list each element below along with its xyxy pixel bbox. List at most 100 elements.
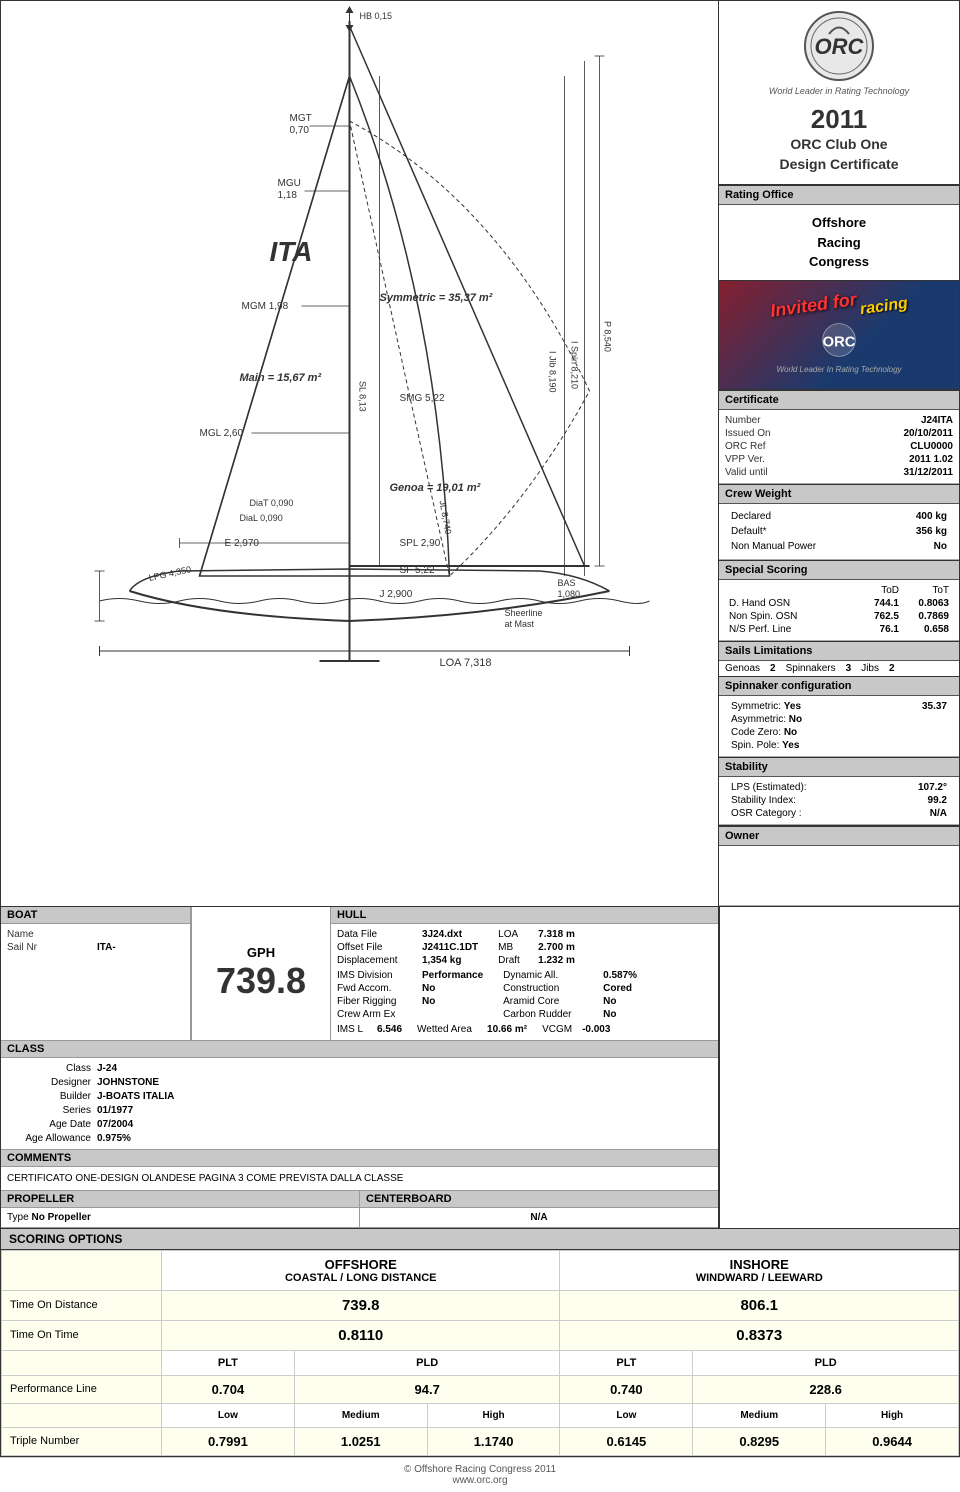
- wetted-area-label: Wetted Area: [417, 1024, 487, 1035]
- footer-line1: © Offshore Racing Congress 2011: [6, 1464, 954, 1475]
- spole-row: Spin. Pole: Yes: [725, 739, 953, 752]
- asym-value: No: [789, 714, 802, 725]
- orc-banner-content: Invited for racing ORC World Leader In R…: [770, 295, 908, 374]
- series-label: Series: [7, 1105, 97, 1116]
- scoring-row-3: N/S Perf. Line 76.1 0.658: [725, 623, 953, 636]
- designer-label: Designer: [7, 1077, 97, 1088]
- wetted-area-value: 10.66 m²: [487, 1024, 527, 1035]
- gph-box: GPH 739.8: [191, 907, 331, 1040]
- hull-header: HULL: [331, 907, 718, 924]
- spinnakers-label: Spinnakers: [786, 663, 836, 674]
- stab-index-label: Stability Index:: [731, 795, 796, 806]
- fiber-rig-value: No: [422, 996, 435, 1007]
- orc-logo: ORC: [804, 11, 874, 81]
- centerboard-value: N/A: [530, 1212, 547, 1223]
- class-value: J-24: [97, 1063, 117, 1074]
- bottom-left: BOAT Name Sail Nr ITA- GPH 739.8: [1, 907, 719, 1228]
- age-allow-value: 0.975%: [97, 1133, 131, 1144]
- certificate-header: Certificate: [719, 390, 959, 410]
- fwd-accom-value: No: [422, 983, 435, 994]
- stab-index-value: 99.2: [928, 795, 947, 806]
- jibs-value: 2: [889, 663, 895, 674]
- crew-weight-table: Declared 400 kg Default* 356 kg Non Manu…: [725, 508, 953, 555]
- class-content: Class J-24 Designer JOHNSTONE Builder J-…: [1, 1058, 718, 1149]
- issued-value: 20/10/2011: [904, 428, 954, 439]
- tot-header: ToT: [899, 585, 949, 596]
- svg-text:P 8,540: P 8,540: [603, 321, 613, 352]
- hull-mb-label: MB: [498, 942, 538, 953]
- stability-content: LPS (Estimated): 107.2° Stability Index:…: [719, 777, 959, 825]
- hull-draft-label: Draft: [498, 955, 538, 966]
- owner-header: Owner: [719, 826, 959, 846]
- hull-of-label: Offset File: [337, 942, 422, 953]
- ims-l-value: 6.546: [377, 1024, 402, 1035]
- svg-text:ORC: ORC: [815, 34, 865, 59]
- orc-tagline: World Leader in Rating Technology: [729, 86, 949, 96]
- scoring-header: SCORING OPTIONS: [1, 1229, 959, 1250]
- czero-value: No: [784, 727, 797, 738]
- boat-gph-hull-row: BOAT Name Sail Nr ITA- GPH 739.8: [1, 907, 718, 1041]
- age-date-label: Age Date: [7, 1119, 97, 1130]
- boat-content: Name Sail Nr ITA-: [1, 924, 190, 958]
- rating-office-text: Offshore Racing Congress: [719, 205, 959, 280]
- svg-text:1,080: 1,080: [558, 589, 581, 599]
- gph-value: 739.8: [216, 960, 306, 1002]
- svg-text:Genoa = 19,01 m²: Genoa = 19,01 m²: [390, 482, 481, 494]
- czero-label: Code Zero:: [731, 727, 781, 738]
- age-date-value: 07/2004: [97, 1119, 133, 1130]
- loa-label: LOA 7,318: [440, 657, 492, 669]
- crew-weight-header: Crew Weight: [719, 484, 959, 504]
- carbon-rudder-value: No: [603, 1009, 616, 1020]
- svg-text:SL 8,13: SL 8,13: [358, 381, 368, 412]
- construction-label: Construction: [503, 983, 603, 994]
- designer-value: JOHNSTONE: [97, 1077, 159, 1088]
- hull-col: HULL Data File 3J24.dxt Offset File J2: [331, 907, 718, 1040]
- svg-text:SPL 2,90: SPL 2,90: [400, 538, 441, 549]
- propeller-header: PROPELLER: [1, 1191, 359, 1208]
- centerboard-col: CENTERBOARD N/A: [360, 1191, 718, 1227]
- comments-row: COMMENTS CERTIFICATO ONE-DESIGN OLANDESE…: [1, 1150, 718, 1191]
- aramid-core-label: Aramid Core: [503, 996, 603, 1007]
- bottom-data-area: BOAT Name Sail Nr ITA- GPH 739.8: [0, 907, 960, 1229]
- comments-col: COMMENTS CERTIFICATO ONE-DESIGN OLANDESE…: [1, 1150, 718, 1190]
- hull-draft-value: 1.232 m: [538, 955, 575, 966]
- comments-content: CERTIFICATO ONE-DESIGN OLANDESE PAGINA 3…: [1, 1167, 718, 1190]
- comments-text: CERTIFICATO ONE-DESIGN OLANDESE PAGINA 3…: [7, 1171, 712, 1186]
- lps-row: LPS (Estimated): 107.2°: [725, 781, 953, 794]
- svg-text:DiaL 0,090: DiaL 0,090: [240, 513, 283, 523]
- asym-label: Asymmetric:: [731, 714, 786, 725]
- svg-text:Sheerline: Sheerline: [505, 608, 543, 618]
- svg-text:Main = 15,67 m²: Main = 15,67 m²: [240, 372, 322, 384]
- boat-name-label: Name: [7, 929, 97, 940]
- svg-text:HB 0,15: HB 0,15: [360, 11, 393, 21]
- footer-line2: www.orc.org: [6, 1475, 954, 1486]
- centerboard-content: N/A: [360, 1208, 718, 1227]
- rating-office-section: Rating Office Offshore Racing Congress: [719, 185, 959, 280]
- svg-text:MGM 1,98: MGM 1,98: [242, 301, 289, 312]
- vpp-label: VPP Ver.: [725, 454, 765, 465]
- sails-limitations-header: Sails Limitations: [719, 641, 959, 661]
- svg-text:BAS: BAS: [558, 578, 576, 588]
- banner-racing: racing: [859, 295, 909, 320]
- scoring-section: SCORING OPTIONS OFFSHORE COASTAL / LONG …: [0, 1229, 960, 1457]
- osr1-tod: 744.1: [854, 598, 899, 609]
- centerboard-header: CENTERBOARD: [360, 1191, 718, 1208]
- gph-label: GPH: [247, 945, 275, 960]
- osr2-tot: 0.7869: [899, 611, 949, 622]
- spinnaker-config-content: Symmetric: Yes 35.37 Asymmetric: No Code…: [719, 696, 959, 757]
- page: LOA 7,318 HB 0,15 MGT 0,70 MGU 1,18: [0, 0, 960, 1492]
- tod-header: ToD: [854, 585, 899, 596]
- class-header: CLASS: [1, 1041, 718, 1058]
- genoas-value: 2: [770, 663, 776, 674]
- sym-num: 35.37: [922, 701, 947, 712]
- diagram-area: LOA 7,318 HB 0,15 MGT 0,70 MGU 1,18: [1, 1, 719, 906]
- cert-year: 2011: [729, 104, 949, 135]
- asym-row: Asymmetric: No: [725, 713, 953, 726]
- osr2-label: Non Spin. OSN: [729, 611, 854, 622]
- builder-label: Builder: [7, 1091, 97, 1102]
- sym-value: Yes: [784, 701, 801, 712]
- jibs-label: Jibs: [861, 663, 879, 674]
- svg-text:MGL 2,60: MGL 2,60: [200, 428, 244, 439]
- ims-div-label: IMS Division: [337, 970, 422, 981]
- certificate-section: Certificate Number J24ITA Issued On 20/1…: [719, 390, 959, 484]
